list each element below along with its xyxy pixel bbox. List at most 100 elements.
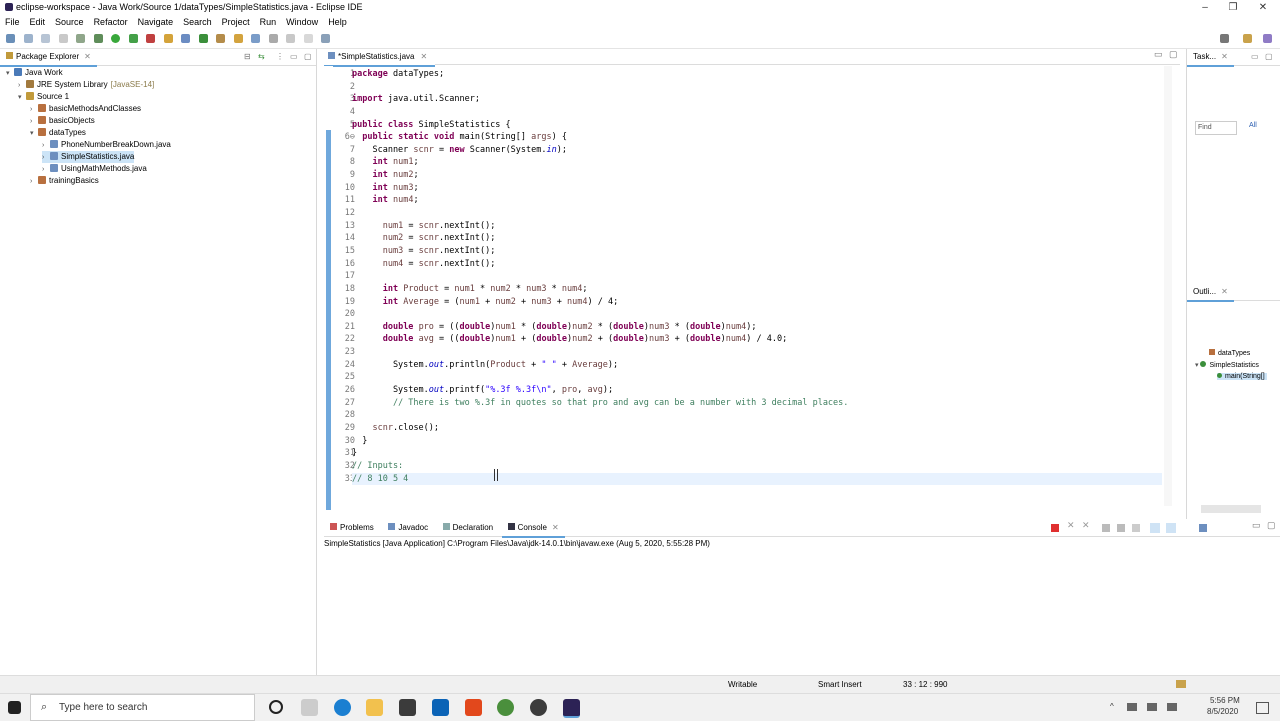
scroll-lock-icon[interactable]: [1117, 524, 1125, 532]
new-class-icon[interactable]: [198, 34, 208, 43]
tree-item[interactable]: ▾ Source 1: [18, 91, 69, 103]
minimize-view-icon[interactable]: ▭: [1251, 49, 1259, 65]
code-line[interactable]: System.out.printf("%.3f %.3f\n", pro, av…: [352, 384, 1162, 397]
code-line[interactable]: double avg = ((double)num1 + (double)num…: [352, 333, 1162, 346]
new-package-icon[interactable]: [181, 34, 191, 43]
clock-time[interactable]: 5:56 PM: [1210, 696, 1240, 705]
tree-item[interactable]: › basicObjects: [30, 115, 95, 127]
debug-icon[interactable]: [93, 34, 103, 43]
code-line[interactable]: // There is two %.3f in quotes so that p…: [352, 397, 1162, 410]
clock-date[interactable]: 8/5/2020: [1207, 707, 1238, 716]
code-line[interactable]: int Product = num1 * num2 * num3 * num4;: [352, 283, 1162, 296]
code-line[interactable]: }: [352, 447, 1162, 460]
close-icon[interactable]: ✕: [552, 523, 559, 532]
eclipse-taskbar-icon[interactable]: [563, 699, 580, 718]
close-icon[interactable]: ✕: [1221, 287, 1228, 296]
close-icon[interactable]: ✕: [84, 52, 91, 61]
expand-arrow-icon[interactable]: ▾: [6, 68, 14, 80]
package-explorer-tab[interactable]: Package Explorer ✕: [0, 49, 97, 67]
code-area[interactable]: package dataTypes; import java.util.Scann…: [352, 68, 1162, 486]
run-icon[interactable]: [111, 34, 121, 43]
minimize-view-icon[interactable]: ▭: [1252, 520, 1261, 531]
code-line[interactable]: num4 = scnr.nextInt();: [352, 258, 1162, 271]
tree-item[interactable]: › basicMethodsAndClasses: [30, 103, 141, 115]
outline-item-package[interactable]: dataTypes: [1209, 349, 1250, 357]
all-link[interactable]: All: [1249, 122, 1257, 129]
network-icon[interactable]: [1127, 703, 1137, 711]
pin-console-icon[interactable]: [1150, 523, 1160, 533]
code-line[interactable]: System.out.println(Product + " " + Avera…: [352, 359, 1162, 372]
code-line[interactable]: [352, 409, 1162, 422]
outline-scrollbar[interactable]: [1201, 505, 1261, 513]
code-line[interactable]: int num1;: [352, 156, 1162, 169]
save-icon[interactable]: [23, 34, 33, 43]
battery-icon[interactable]: [1167, 703, 1177, 711]
menu-edit[interactable]: Edit: [25, 15, 51, 29]
coverage-icon[interactable]: [128, 34, 138, 43]
code-line[interactable]: int num3;: [352, 182, 1162, 195]
maximize-button[interactable]: ❐: [1218, 0, 1248, 15]
code-line[interactable]: public class SimpleStatistics {: [352, 119, 1162, 132]
expand-arrow-icon[interactable]: ▾: [18, 92, 26, 104]
outline-tab[interactable]: Outli... ✕: [1187, 284, 1234, 302]
menu-navigate[interactable]: Navigate: [133, 15, 179, 29]
open-task-icon[interactable]: [233, 34, 243, 43]
new-java-project-icon[interactable]: [163, 34, 173, 43]
code-line[interactable]: int Average = (num1 + num2 + num3 + num4…: [352, 296, 1162, 309]
action-center-icon[interactable]: [1256, 702, 1269, 714]
pin-editor-icon[interactable]: [321, 34, 331, 43]
remove-launch-icon[interactable]: ✕: [1067, 520, 1075, 531]
collapse-arrow-icon[interactable]: ›: [30, 176, 38, 188]
menu-file[interactable]: File: [0, 15, 25, 29]
code-line[interactable]: [352, 371, 1162, 384]
taskbar-search[interactable]: ⌕ Type here to search: [30, 694, 255, 721]
tab-declaration[interactable]: Declaration: [437, 520, 499, 536]
minimize-button[interactable]: –: [1190, 0, 1220, 15]
code-line[interactable]: num3 = scnr.nextInt();: [352, 245, 1162, 258]
back-icon[interactable]: [286, 34, 296, 43]
skip-breakpoints-icon[interactable]: [76, 34, 86, 43]
menu-source[interactable]: Source: [50, 15, 89, 29]
notification-icon[interactable]: [1176, 680, 1186, 688]
close-icon[interactable]: ✕: [1221, 52, 1228, 61]
minimize-view-icon[interactable]: ▭: [290, 49, 298, 65]
open-console-icon[interactable]: [1199, 524, 1207, 532]
code-line[interactable]: double pro = ((double)num1 * (double)num…: [352, 321, 1162, 334]
maximize-view-icon[interactable]: ▢: [304, 49, 312, 65]
store-icon[interactable]: [399, 699, 416, 716]
open-type-icon[interactable]: [216, 34, 226, 43]
cortana-icon[interactable]: [269, 700, 283, 714]
console-output[interactable]: [324, 550, 1274, 670]
outline-item-class[interactable]: ▾ SimpleStatistics: [1195, 361, 1259, 369]
tree-item[interactable]: › SimpleStatistics.java: [42, 151, 135, 163]
menu-run[interactable]: Run: [255, 15, 282, 29]
code-line[interactable]: package dataTypes;: [352, 68, 1162, 81]
display-console-icon[interactable]: [1166, 523, 1176, 533]
code-line[interactable]: public static void main(String[] args) {: [352, 131, 1162, 144]
tree-item[interactable]: ▾ Java Work: [6, 67, 63, 79]
menu-refactor[interactable]: Refactor: [89, 15, 133, 29]
java-perspective-icon[interactable]: [1263, 34, 1272, 43]
maximize-editor-icon[interactable]: ▢: [1169, 49, 1178, 60]
code-line[interactable]: [352, 308, 1162, 321]
tree-item[interactable]: › PhoneNumberBreakDown.java: [42, 139, 171, 151]
clear-console-icon[interactable]: [1102, 524, 1110, 532]
file-explorer-icon[interactable]: [366, 699, 383, 716]
task-view-icon[interactable]: [301, 699, 318, 716]
tree-item[interactable]: › JRE System Library [JavaSE-14]: [18, 79, 154, 91]
link-editor-icon[interactable]: ⇆: [258, 49, 265, 65]
code-line[interactable]: scnr.close();: [352, 422, 1162, 435]
code-line[interactable]: }: [352, 435, 1162, 448]
edge-icon[interactable]: [334, 699, 351, 716]
editor-scrollbar[interactable]: [1164, 66, 1172, 506]
annotation-icon[interactable]: [268, 34, 278, 43]
terminate-icon[interactable]: [1051, 524, 1059, 532]
code-line[interactable]: import java.util.Scanner;: [352, 93, 1162, 106]
menu-project[interactable]: Project: [217, 15, 255, 29]
remove-all-icon[interactable]: ✕: [1082, 520, 1090, 531]
tree-item[interactable]: ▾ dataTypes: [30, 127, 86, 139]
tab-javadoc[interactable]: Javadoc: [382, 520, 434, 536]
minimize-editor-icon[interactable]: ▭: [1154, 49, 1163, 60]
code-line[interactable]: [352, 106, 1162, 119]
code-line[interactable]: [352, 81, 1162, 94]
